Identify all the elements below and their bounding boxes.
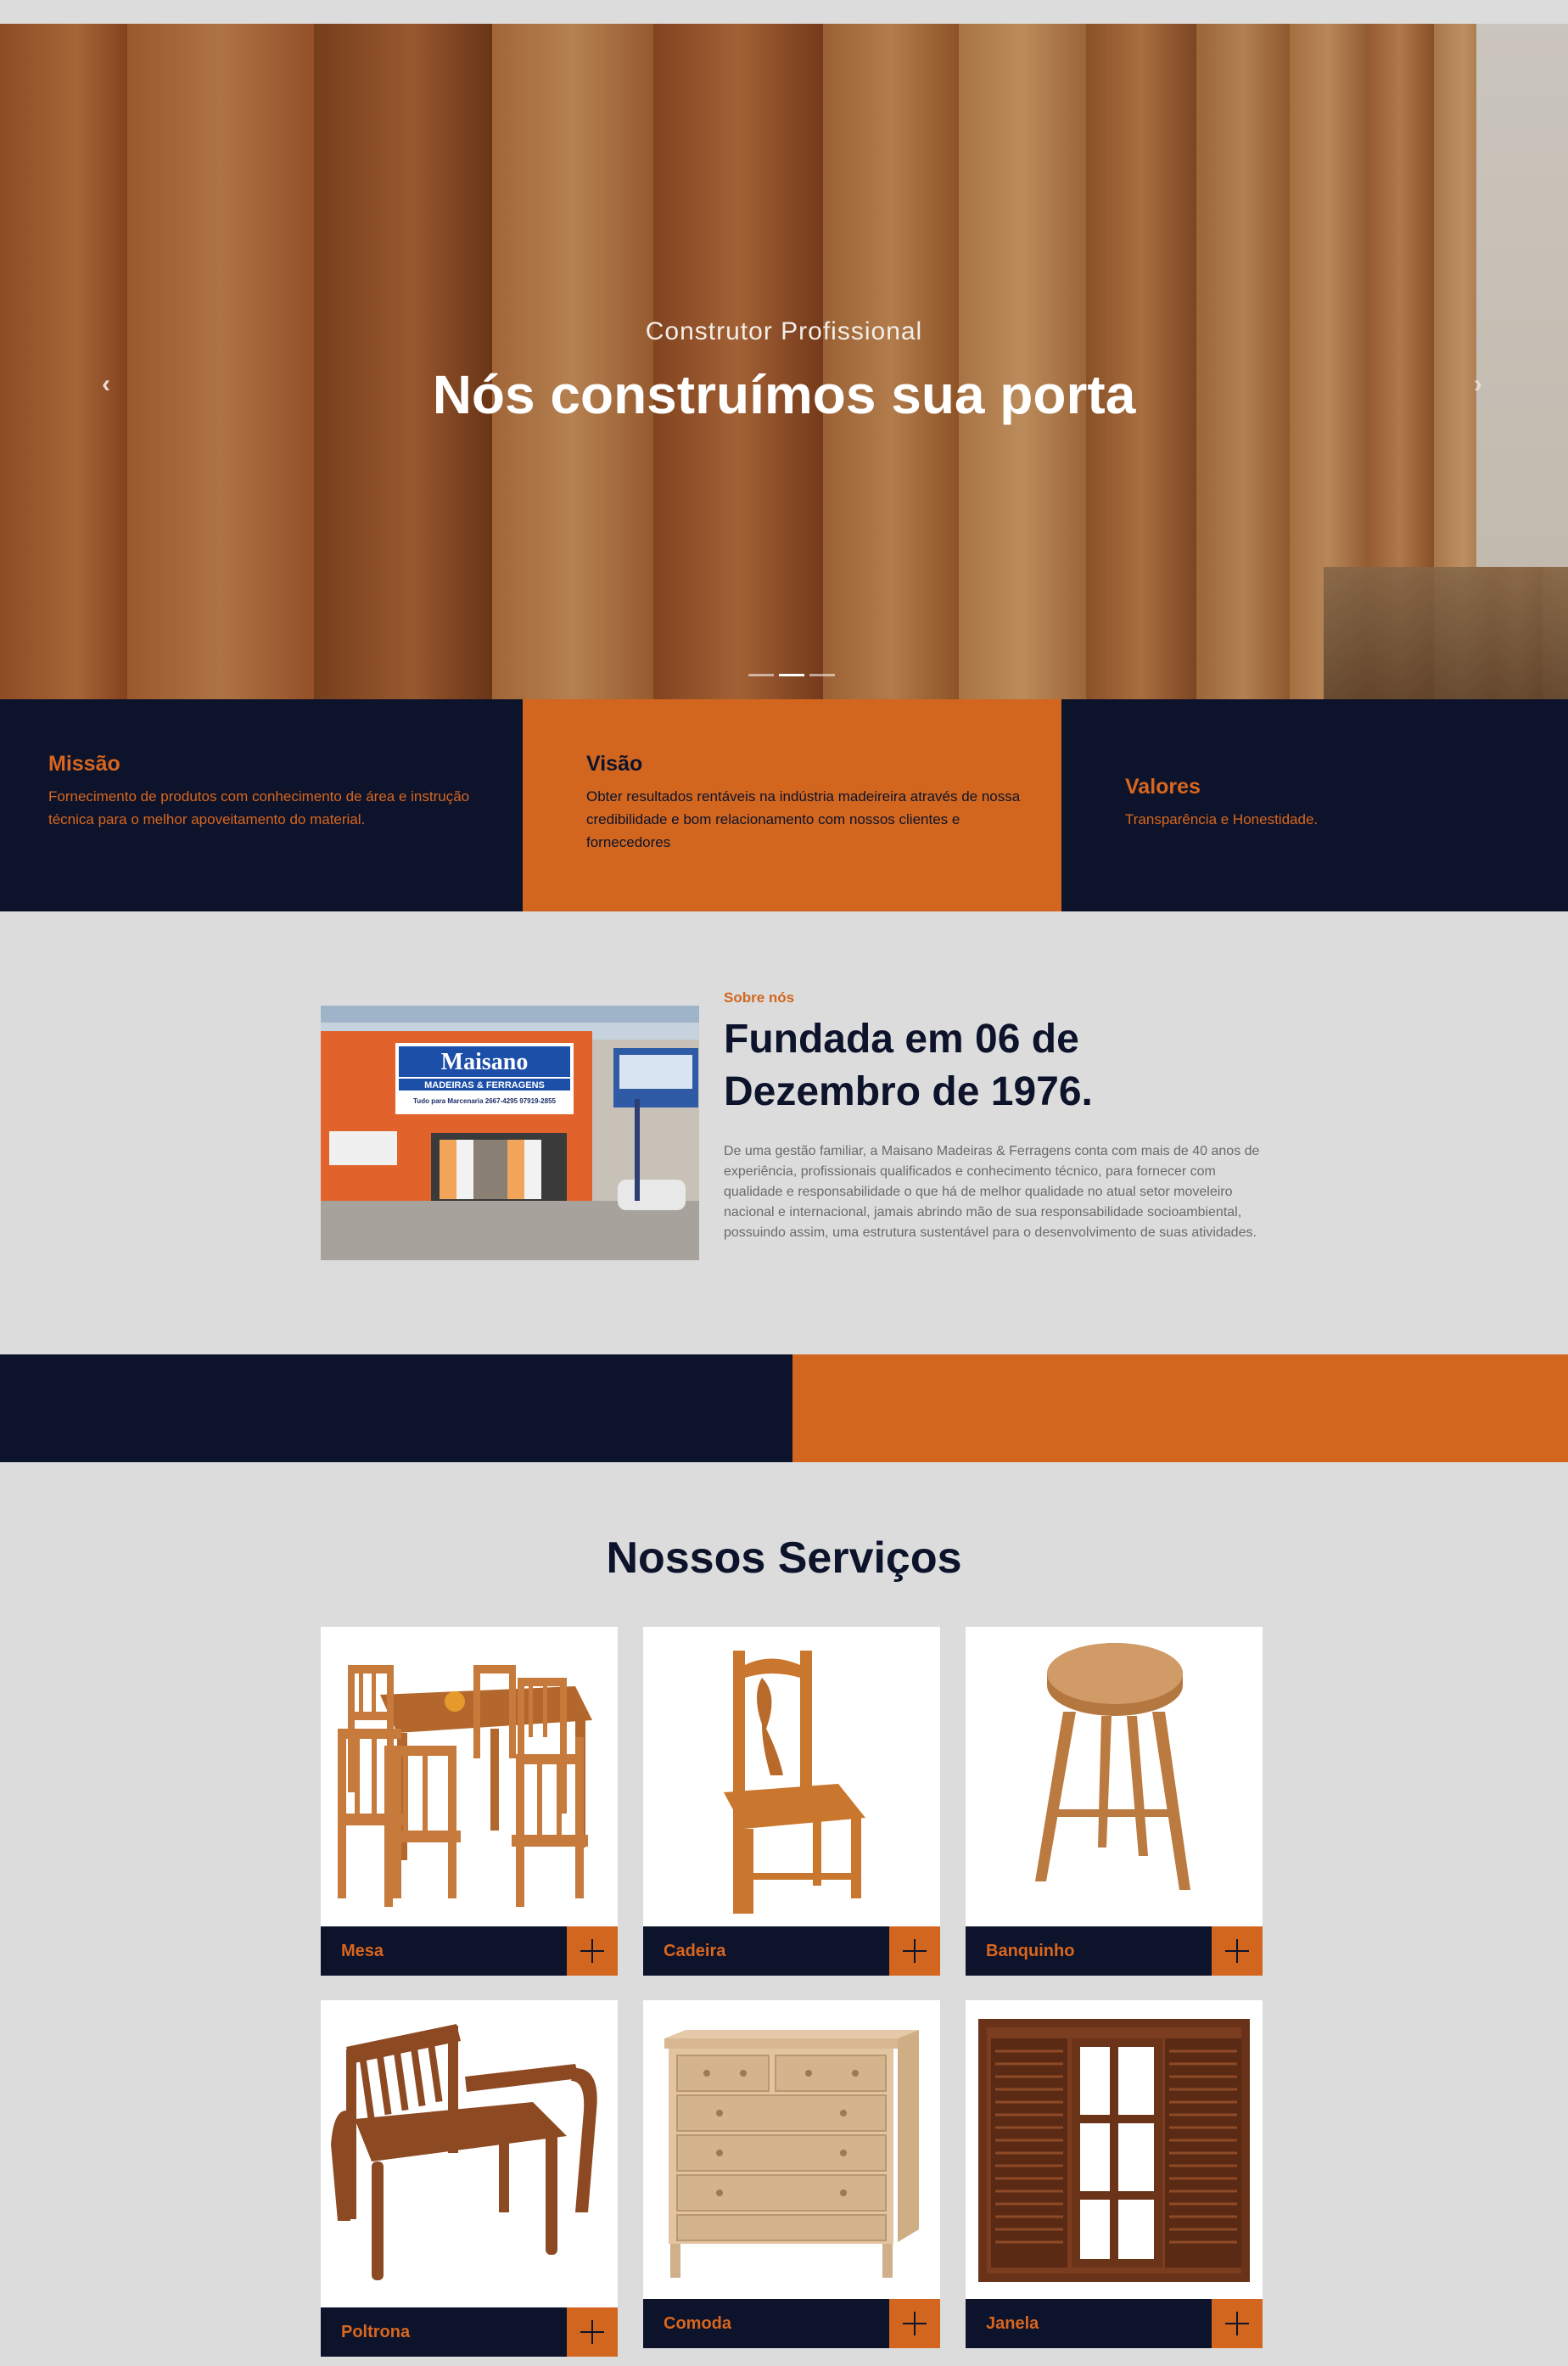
about-kicker: Sobre nós [724, 990, 795, 1006]
plus-icon[interactable] [567, 1926, 618, 1976]
storefront-image: Maisano MADEIRAS & FERRAGENS Tudo para M… [321, 1006, 699, 1260]
slider-dot-3[interactable] [809, 674, 835, 676]
service-card-label: Mesa [341, 1942, 384, 1960]
slider-prev-arrow-icon[interactable]: ‹ [89, 367, 123, 401]
slider-dot-2[interactable] [779, 674, 804, 676]
slider-dot-1[interactable] [748, 674, 774, 676]
mission-title: Missão [48, 752, 120, 776]
vision-text: Obter resultados rentáveis na indústria … [586, 788, 1021, 850]
service-card-bar: Janela [966, 2299, 1263, 2348]
values-block: Valores Transparência e Honestidade. [1061, 699, 1568, 911]
service-card-label: Comoda [664, 2314, 731, 2333]
vision-block: Visão Obter resultados rentáveis na indú… [523, 699, 1061, 911]
service-card-cadeira[interactable]: Cadeira [643, 1627, 940, 1976]
split-band-orange [792, 1354, 1568, 1462]
split-band-navy [0, 1354, 792, 1462]
svg-text:Maisano: Maisano [441, 1049, 529, 1075]
service-card-janela[interactable]: Janela [966, 2000, 1263, 2348]
chair-image [643, 1627, 940, 1926]
service-card-mesa[interactable]: Mesa [321, 1627, 618, 1976]
service-card-bar: Poltrona [321, 2307, 618, 2357]
plus-icon[interactable] [889, 1926, 940, 1976]
window-image [966, 2000, 1263, 2299]
slider-pagination [748, 674, 835, 676]
hero-overlay [0, 24, 1568, 699]
split-color-band [0, 1354, 1568, 1462]
hero-subtitle: Construtor Profissional [645, 317, 923, 345]
bench-image [321, 2000, 618, 2307]
service-card-banquinho[interactable]: Banquinho [966, 1627, 1263, 1976]
plus-icon[interactable] [1212, 1926, 1263, 1976]
values-text: Transparência e Honestidade. [1125, 811, 1319, 827]
values-title: Valores [1125, 775, 1201, 799]
service-card-bar: Cadeira [643, 1926, 940, 1976]
mission-block: Missão Fornecimento de produtos com conh… [0, 699, 523, 911]
service-card-bar: Comoda [643, 2299, 940, 2348]
svg-text:Tudo para Marcenaria 2667-42: Tudo para Marcenaria 2667-4295 97919-285… [413, 1097, 557, 1105]
service-card-label: Poltrona [341, 2323, 411, 2341]
service-card-label: Janela [986, 2314, 1039, 2333]
dining-table-image [321, 1627, 618, 1926]
service-card-bar: Banquinho [966, 1926, 1263, 1976]
hero-title: Nós construímos sua porta [432, 364, 1136, 425]
hero-slider: Construtor Profissional Nós construímos … [0, 24, 1568, 699]
stool-image [966, 1627, 1263, 1926]
service-card-poltrona[interactable]: Poltrona [321, 2000, 618, 2357]
service-card-comoda[interactable]: Comoda [643, 2000, 940, 2348]
plus-icon[interactable] [889, 2299, 940, 2348]
slider-next-arrow-icon[interactable]: › [1461, 367, 1495, 401]
about-text: De uma gestão familiar, a Maisano Madeir… [724, 1144, 1260, 1240]
services-title: Nossos Serviços [606, 1533, 962, 1583]
service-card-label: Banquinho [986, 1942, 1075, 1960]
plus-icon[interactable] [567, 2307, 618, 2357]
vision-title: Visão [586, 752, 643, 776]
svg-text:MADEIRAS & FERRAGENS: MADEIRAS & FERRAGENS [424, 1080, 545, 1090]
dresser-image [643, 2000, 940, 2299]
plus-icon[interactable] [1212, 2299, 1263, 2348]
mission-vision-values: Missão Fornecimento de produtos com conh… [0, 699, 1568, 911]
about-title: Fundada em 06 de Dezembro de 1976. [724, 1017, 1093, 1114]
service-card-label: Cadeira [664, 1942, 726, 1960]
mission-text: Fornecimento de produtos com conheciment… [48, 788, 470, 827]
service-card-bar: Mesa [321, 1926, 618, 1976]
